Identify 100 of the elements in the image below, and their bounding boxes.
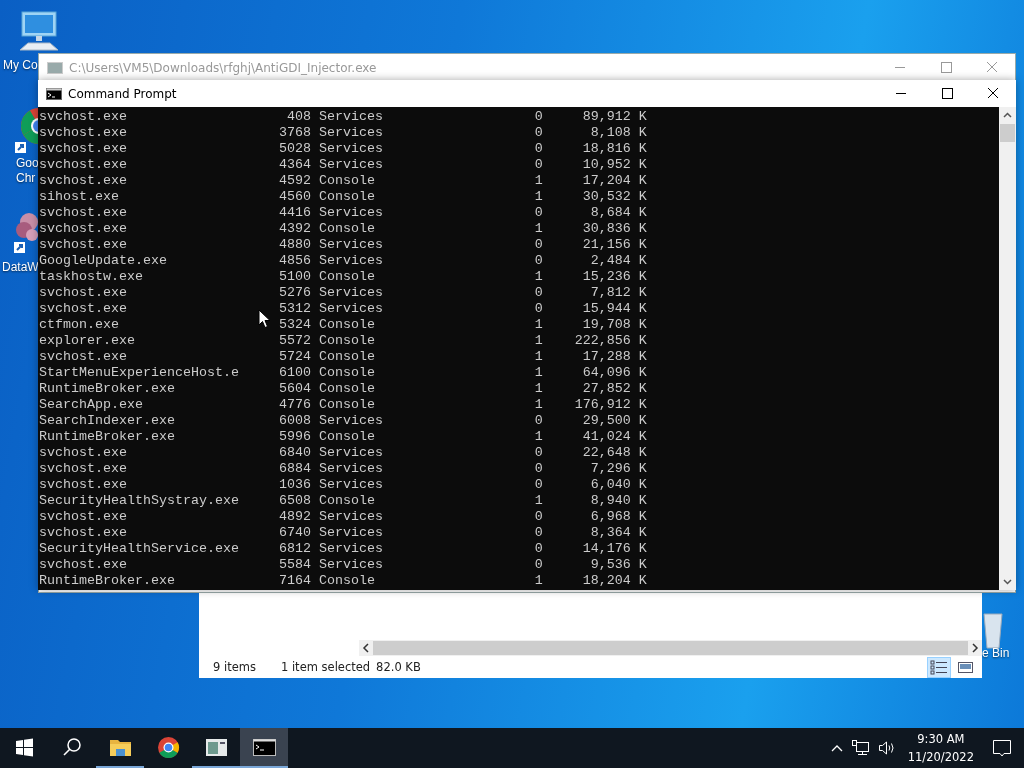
session-number: 0 <box>534 109 543 125</box>
session-number: 0 <box>534 413 543 429</box>
session-name: Services <box>318 157 384 173</box>
notifications-icon[interactable] <box>992 738 1012 758</box>
status-text: 9 items <box>213 660 256 674</box>
taskbar-button[interactable] <box>240 728 288 768</box>
process-name: SearchApp.exe <box>39 397 144 413</box>
session-number: 1 <box>534 381 543 397</box>
process-id: 6740 <box>278 525 311 541</box>
process-name: RuntimeBroker.exe <box>39 381 176 397</box>
icon-label[interactable]: e Bin <box>982 646 1010 661</box>
process-name: svchost.exe <box>39 557 128 573</box>
process-name: svchost.exe <box>39 285 128 301</box>
browser-icon <box>156 735 180 759</box>
session-number: 0 <box>534 445 543 461</box>
memory-usage: 30,836 K <box>582 221 647 237</box>
process-id: 6100 <box>278 365 311 381</box>
process-id: 5276 <box>278 285 311 301</box>
status-text: 1 item selected <box>280 660 371 674</box>
session-name: Console <box>318 573 376 589</box>
memory-usage: 17,204 K <box>582 173 647 189</box>
memory-usage: 30,532 K <box>582 189 647 205</box>
process-name: RuntimeBroker.exe <box>39 573 176 589</box>
details-view-icon[interactable] <box>927 656 951 678</box>
icon-label[interactable]: Goo <box>16 156 39 171</box>
session-name: Console <box>318 269 376 285</box>
session-name: Console <box>318 221 376 237</box>
session-number: 1 <box>534 349 543 365</box>
session-number: 0 <box>534 301 543 317</box>
vertical-scrollbar[interactable] <box>999 107 1016 590</box>
process-name: svchost.exe <box>39 445 128 461</box>
process-name: SecurityHealthService.exe <box>39 541 239 557</box>
session-number: 0 <box>534 205 543 221</box>
process-id: 408 <box>286 109 311 125</box>
memory-usage: 89,912 K <box>582 109 647 125</box>
memory-usage: 8,108 K <box>590 125 647 141</box>
scroll-thumb[interactable] <box>1000 124 1015 142</box>
process-name: svchost.exe <box>39 173 128 189</box>
process-id: 4892 <box>278 509 311 525</box>
clock-button[interactable]: 9:30 AM 11/20/2022 <box>899 730 982 766</box>
icon-label[interactable]: DataW <box>2 260 39 275</box>
process-name: svchost.exe <box>39 509 128 525</box>
session-name: Services <box>318 509 384 525</box>
process-name: svchost.exe <box>39 109 128 125</box>
session-name: Console <box>318 381 376 397</box>
memory-usage: 27,852 K <box>582 381 647 397</box>
process-id: 4856 <box>278 253 311 269</box>
icon-label[interactable]: Chr <box>16 171 36 186</box>
memory-usage: 15,944 K <box>582 301 647 317</box>
process-name: SearchIndexer.exe <box>39 413 176 429</box>
session-name: Services <box>318 141 384 157</box>
process-id: 5324 <box>278 317 311 333</box>
session-number: 1 <box>534 333 543 349</box>
process-id: 6508 <box>278 493 311 509</box>
session-number: 1 <box>534 221 543 237</box>
status-text: 82.0 KB <box>376 660 421 674</box>
session-number: 1 <box>534 365 543 381</box>
network-icon[interactable] <box>851 740 870 756</box>
process-id: 5028 <box>278 141 311 157</box>
session-name: Console <box>318 349 376 365</box>
process-id: 6008 <box>278 413 311 429</box>
app-shortcut-icon <box>14 210 38 254</box>
session-number: 0 <box>534 157 543 173</box>
session-number: 1 <box>534 493 543 509</box>
speaker-icon[interactable] <box>877 740 896 756</box>
scroll-thumb[interactable] <box>373 641 968 655</box>
session-number: 0 <box>534 237 543 253</box>
process-name: svchost.exe <box>39 157 128 173</box>
process-name: svchost.exe <box>39 461 128 477</box>
session-number: 1 <box>534 189 543 205</box>
session-name: Console <box>318 429 376 445</box>
process-name: SecurityHealthSystray.exe <box>39 493 239 509</box>
memory-usage: 18,816 K <box>582 141 647 157</box>
memory-usage: 222,856 K <box>574 333 647 349</box>
memory-usage: 7,296 K <box>590 461 647 477</box>
icon-label[interactable]: My Co <box>3 58 38 73</box>
process-name: svchost.exe <box>39 205 128 221</box>
session-number: 0 <box>534 557 543 573</box>
process-id: 4592 <box>278 173 311 189</box>
session-name: Console <box>318 173 376 189</box>
process-name: StartMenuExperienceHost.e <box>39 365 239 381</box>
process-id: 7164 <box>278 573 311 589</box>
memory-usage: 6,968 K <box>590 509 647 525</box>
session-name: Services <box>318 237 384 253</box>
process-id: 4560 <box>278 189 311 205</box>
horizontal-scrollbar[interactable] <box>359 640 982 656</box>
process-name: svchost.exe <box>39 349 128 365</box>
process-id: 6884 <box>278 461 311 477</box>
process-name: taskhostw.exe <box>39 269 144 285</box>
memory-usage: 19,708 K <box>582 317 647 333</box>
memory-usage: 29,500 K <box>582 413 647 429</box>
process-id: 1036 <box>278 477 311 493</box>
session-name: Services <box>318 253 384 269</box>
memory-usage: 41,024 K <box>582 429 647 445</box>
session-number: 0 <box>534 525 543 541</box>
session-number: 0 <box>534 509 543 525</box>
process-name: svchost.exe <box>39 221 128 237</box>
process-name: svchost.exe <box>39 525 128 541</box>
process-id: 5724 <box>278 349 311 365</box>
session-name: Services <box>318 477 384 493</box>
